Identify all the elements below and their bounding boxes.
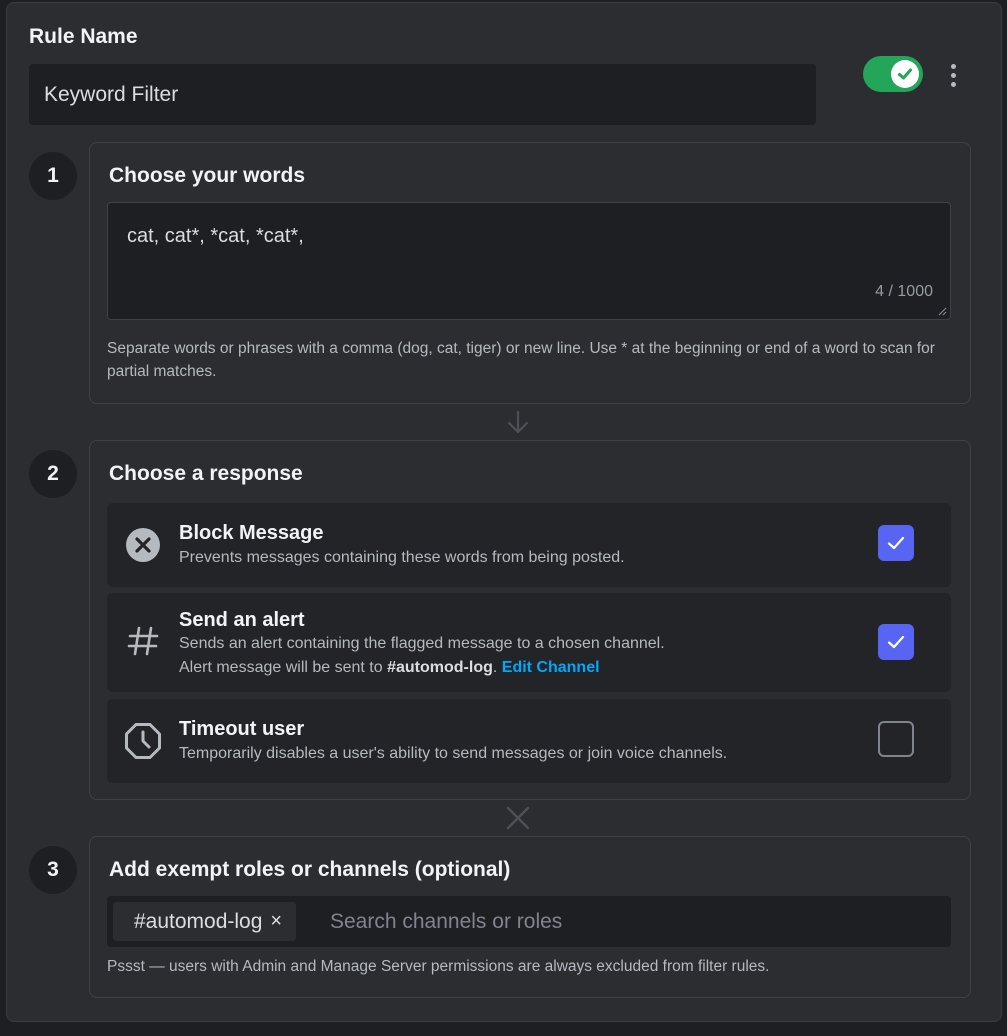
send-alert-checkbox[interactable] <box>878 624 914 660</box>
response-option-send-alert[interactable]: Send an alert Sends an alert containing … <box>107 593 951 692</box>
choose-response-card: Choose a response Block Message Prevents… <box>89 440 971 800</box>
timeout-user-desc: Temporarily disables a user's ability to… <box>179 745 728 762</box>
exempt-channel-chip: #automod-log × <box>113 902 297 941</box>
chip-remove-icon[interactable]: × <box>270 910 282 933</box>
checkmark-icon <box>887 536 905 550</box>
keywords-value: cat, cat*, *cat, *cat*, <box>127 225 304 247</box>
step-1-number: 1 <box>29 152 77 200</box>
timeout-user-title: Timeout user <box>179 718 305 740</box>
rule-name-label: Rule Name <box>29 25 138 48</box>
send-alert-channel-line: Alert message will be sent to #automod-l… <box>179 659 600 677</box>
chip-label: #automod-log <box>134 909 263 933</box>
timeout-user-checkbox[interactable] <box>878 721 914 757</box>
rule-name-input[interactable]: Keyword Filter <box>29 64 816 125</box>
response-option-block-message[interactable]: Block Message Prevents messages containi… <box>107 503 951 587</box>
keywords-textarea[interactable]: cat, cat*, *cat, *cat*, 4 / 1000 <box>107 202 951 320</box>
exempt-card: Add exempt roles or channels (optional) … <box>89 836 971 998</box>
choose-response-title: Choose a response <box>109 462 303 485</box>
exempt-tags-input[interactable]: #automod-log × <box>107 896 951 947</box>
hashtag-icon <box>123 621 163 661</box>
block-x-circle-icon <box>123 525 163 565</box>
send-alert-desc: Sends an alert containing the flagged me… <box>179 635 665 652</box>
exempt-hint: Pssst — users with Admin and Manage Serv… <box>107 958 770 975</box>
block-message-desc: Prevents messages containing these words… <box>179 549 625 566</box>
resize-handle-icon[interactable] <box>938 307 947 316</box>
toggle-check-icon <box>891 60 919 88</box>
block-message-title: Block Message <box>179 522 324 544</box>
alert-destination-text: Alert message will be sent to <box>179 659 388 676</box>
rule-enabled-toggle[interactable] <box>863 56 923 92</box>
character-counter: 4 / 1000 <box>875 283 933 300</box>
arrow-down-icon <box>507 410 529 434</box>
choose-words-card: Choose your words cat, cat*, *cat, *cat*… <box>89 142 971 404</box>
step-2-number: 2 <box>29 450 77 498</box>
choose-words-title: Choose your words <box>109 164 306 187</box>
search-channels-input[interactable] <box>330 896 930 947</box>
send-alert-title: Send an alert <box>179 609 305 631</box>
more-options-icon[interactable] <box>943 59 963 91</box>
clock-octagon-icon <box>123 721 163 761</box>
checkmark-icon <box>887 635 905 649</box>
connector-x-icon <box>506 806 530 830</box>
alert-channel-name: #automod-log <box>387 659 493 676</box>
step-3-number: 3 <box>29 846 77 894</box>
block-message-checkbox[interactable] <box>878 525 914 561</box>
words-hint: Separate words or phrases with a comma (… <box>107 340 935 380</box>
edit-channel-link[interactable]: Edit Channel <box>502 659 600 676</box>
exempt-title: Add exempt roles or channels (optional) <box>109 858 511 881</box>
alert-channel-sep: . <box>492 659 498 676</box>
response-option-timeout-user[interactable]: Timeout user Temporarily disables a user… <box>107 699 951 783</box>
automod-rule-panel: Rule Name Keyword Filter 1 Choose your w… <box>6 2 1002 1022</box>
